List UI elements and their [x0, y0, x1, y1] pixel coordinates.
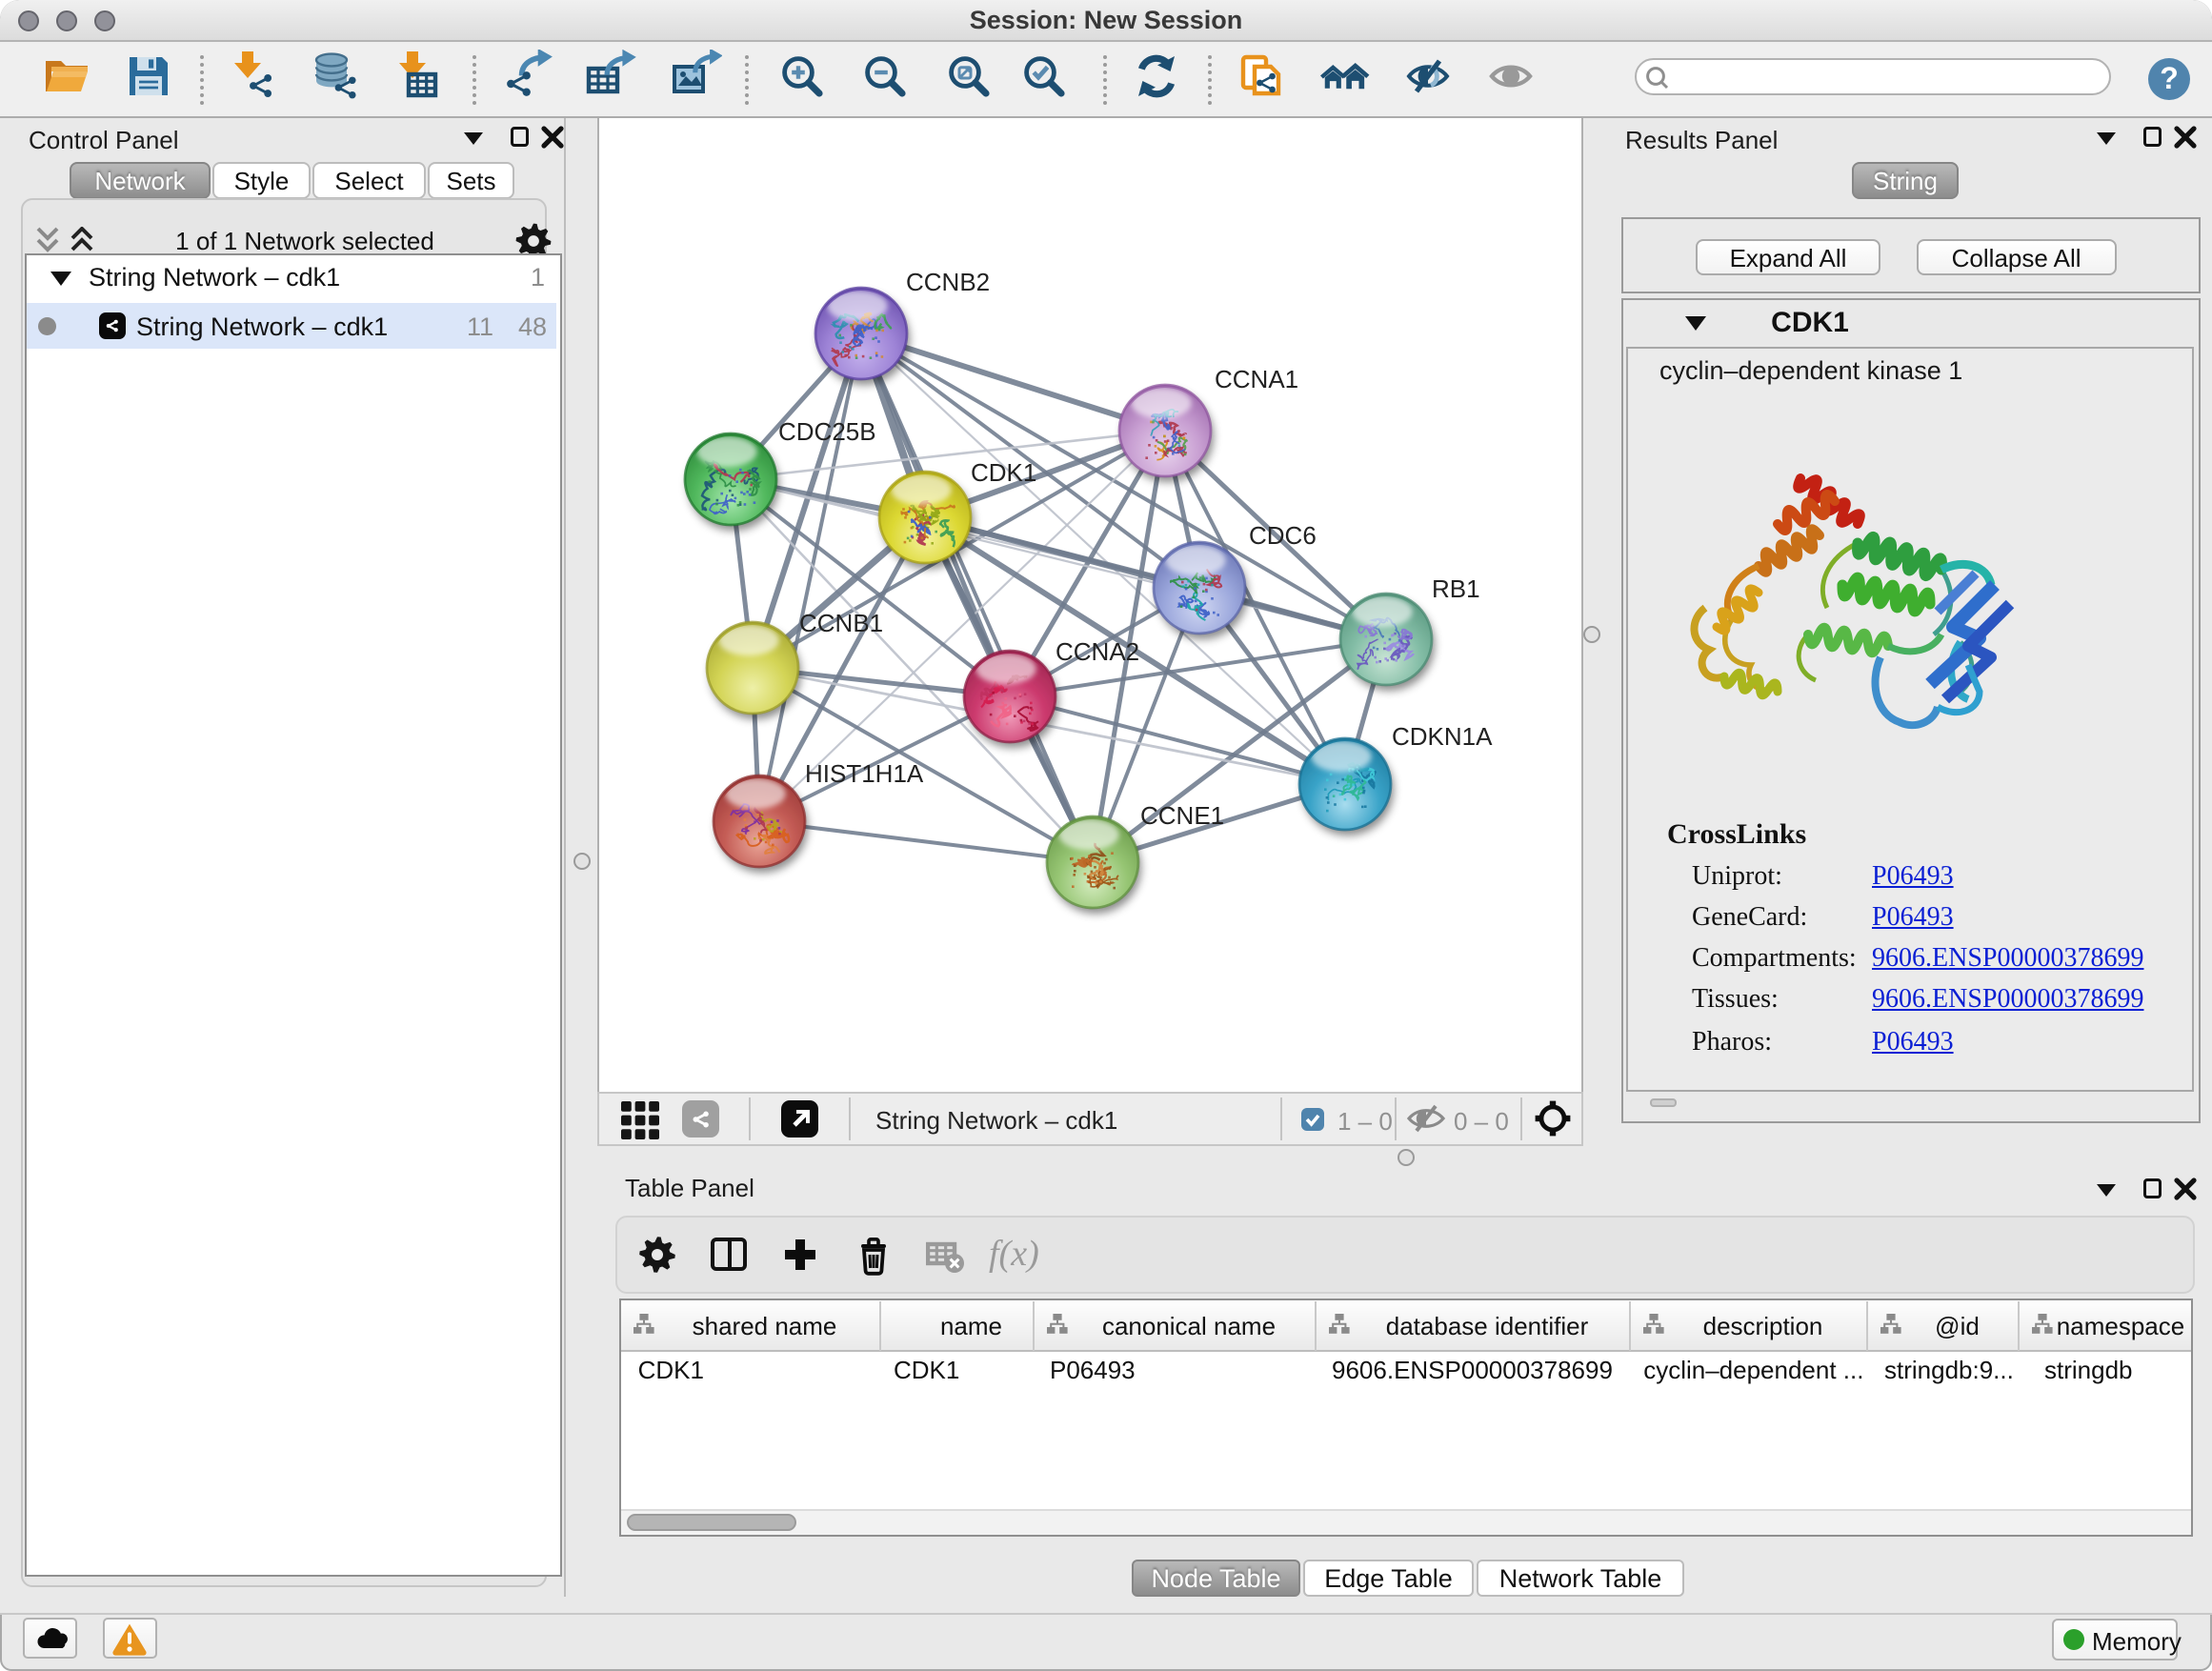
- svg-text:CCNB2: CCNB2: [906, 268, 990, 296]
- svg-text:CDC25B: CDC25B: [778, 417, 876, 446]
- svg-text:CCNA2: CCNA2: [1056, 637, 1139, 666]
- svg-text:CDK1: CDK1: [971, 458, 1036, 487]
- svg-text:CCNA1: CCNA1: [1215, 365, 1298, 393]
- svg-text:CDC6: CDC6: [1249, 521, 1317, 550]
- svg-text:CCNB1: CCNB1: [799, 609, 883, 637]
- svg-text:RB1: RB1: [1432, 574, 1480, 603]
- svg-text:CDKN1A: CDKN1A: [1392, 722, 1493, 751]
- svg-text:HIST1H1A: HIST1H1A: [805, 759, 924, 788]
- svg-text:CCNE1: CCNE1: [1140, 801, 1224, 830]
